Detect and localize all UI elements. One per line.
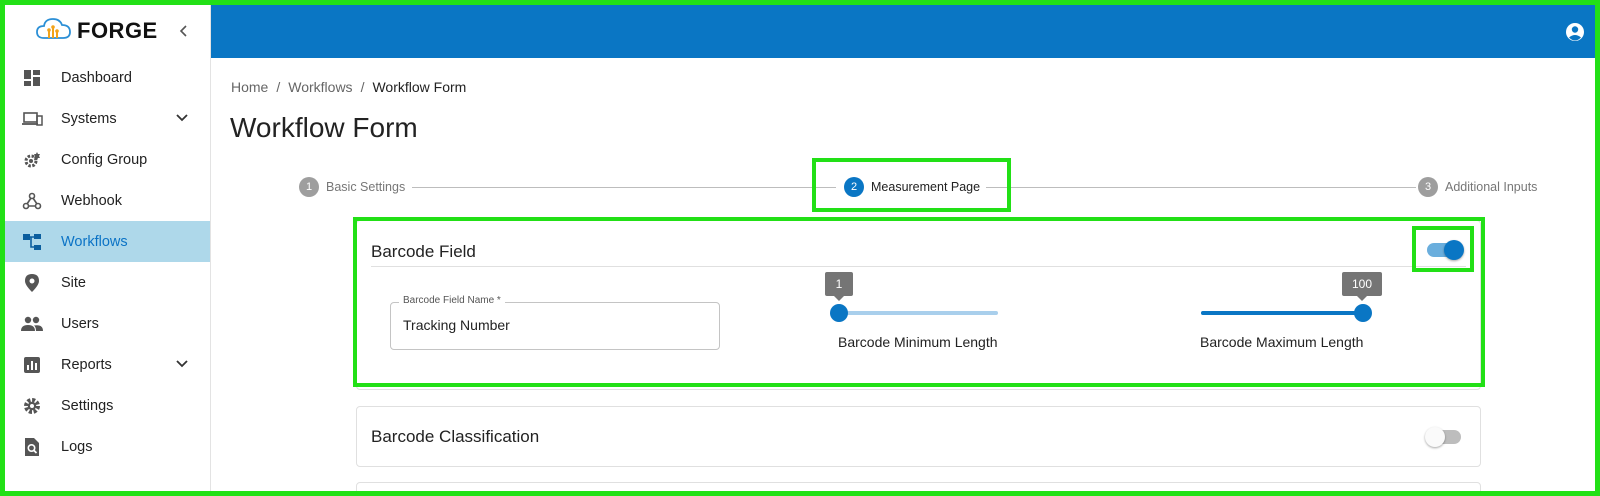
breadcrumb-current: Workflow Form — [372, 79, 467, 95]
stepper-connector — [986, 187, 1416, 188]
sidebar-item-site[interactable]: Site — [5, 262, 210, 303]
highlight-box-card — [353, 217, 1485, 387]
stepper-connector — [412, 187, 836, 188]
account-circle-icon[interactable] — [1565, 22, 1585, 42]
cloud-logo-icon — [35, 14, 73, 49]
location-pin-icon — [21, 272, 43, 294]
breadcrumb-separator: / — [360, 79, 365, 95]
highlight-box-toggle — [1412, 226, 1474, 272]
sidebar-item-systems[interactable]: Systems — [5, 98, 210, 139]
sidebar-item-label: Settings — [61, 397, 114, 414]
collapse-sidebar-button[interactable] — [174, 21, 194, 41]
breadcrumb-workflows-link[interactable]: Workflows — [288, 79, 352, 95]
top-app-bar — [211, 5, 1595, 58]
sidebar-item-label: Workflows — [61, 233, 128, 250]
sidebar-item-label: Config Group — [61, 151, 148, 168]
devices-icon — [21, 108, 43, 130]
settings-gear-icon — [21, 395, 43, 417]
barcode-classification-card: Barcode Classification — [356, 406, 1481, 467]
sidebar-item-workflows[interactable]: Workflows — [5, 221, 210, 262]
chevron-left-icon — [179, 25, 187, 37]
step-number: 1 — [299, 177, 319, 197]
webhook-icon — [21, 190, 43, 212]
workflow-icon — [21, 231, 43, 253]
sidebar-item-label: Reports — [61, 356, 112, 373]
sidebar-item-label: Systems — [61, 110, 117, 127]
chevron-down-icon[interactable] — [174, 110, 190, 126]
step-label: Basic Settings — [326, 180, 406, 194]
users-icon — [21, 313, 43, 335]
reports-icon — [21, 354, 43, 376]
page-title: Workflow Form — [230, 112, 418, 143]
sidebar: FORGE Dashboard Systems Config Group Web… — [5, 5, 211, 491]
app-logo[interactable]: FORGE — [5, 5, 210, 57]
sidebar-item-label: Logs — [61, 438, 93, 455]
breadcrumb-home-link[interactable]: Home — [231, 79, 268, 95]
sidebar-item-reports[interactable]: Reports — [5, 344, 210, 385]
step-basic-settings[interactable]: 1 Basic Settings — [299, 177, 405, 197]
sidebar-item-settings[interactable]: Settings — [5, 385, 210, 426]
sidebar-item-users[interactable]: Users — [5, 303, 210, 344]
breadcrumb: Home / Workflows / Workflow Form — [231, 79, 466, 95]
step-number: 3 — [1418, 177, 1438, 197]
step-additional-inputs[interactable]: 3 Additional Inputs — [1418, 177, 1537, 197]
card-title: Barcode Classification — [371, 427, 540, 446]
sidebar-item-dashboard[interactable]: Dashboard — [5, 57, 210, 98]
sidebar-item-logs[interactable]: Logs — [5, 426, 210, 467]
sidebar-item-label: Users — [61, 315, 99, 332]
step-label: Additional Inputs — [1445, 180, 1538, 194]
logs-search-icon — [21, 436, 43, 458]
dashboard-icon — [21, 67, 43, 89]
highlight-box-step — [812, 158, 1011, 212]
toggle-thumb — [1425, 427, 1445, 447]
barcode-classification-toggle[interactable] — [1425, 427, 1461, 447]
sidebar-item-label: Site — [61, 274, 86, 291]
sidebar-item-label: Dashboard — [61, 69, 132, 86]
chevron-down-icon[interactable] — [174, 356, 190, 372]
next-card — [356, 482, 1481, 496]
sidebar-item-config-group[interactable]: Config Group — [5, 139, 210, 180]
sidebar-item-label: Webhook — [61, 192, 122, 209]
sidebar-item-webhook[interactable]: Webhook — [5, 180, 210, 221]
breadcrumb-separator: / — [276, 79, 281, 95]
logo-text: FORGE — [77, 18, 158, 43]
config-gear-icon — [21, 149, 43, 171]
